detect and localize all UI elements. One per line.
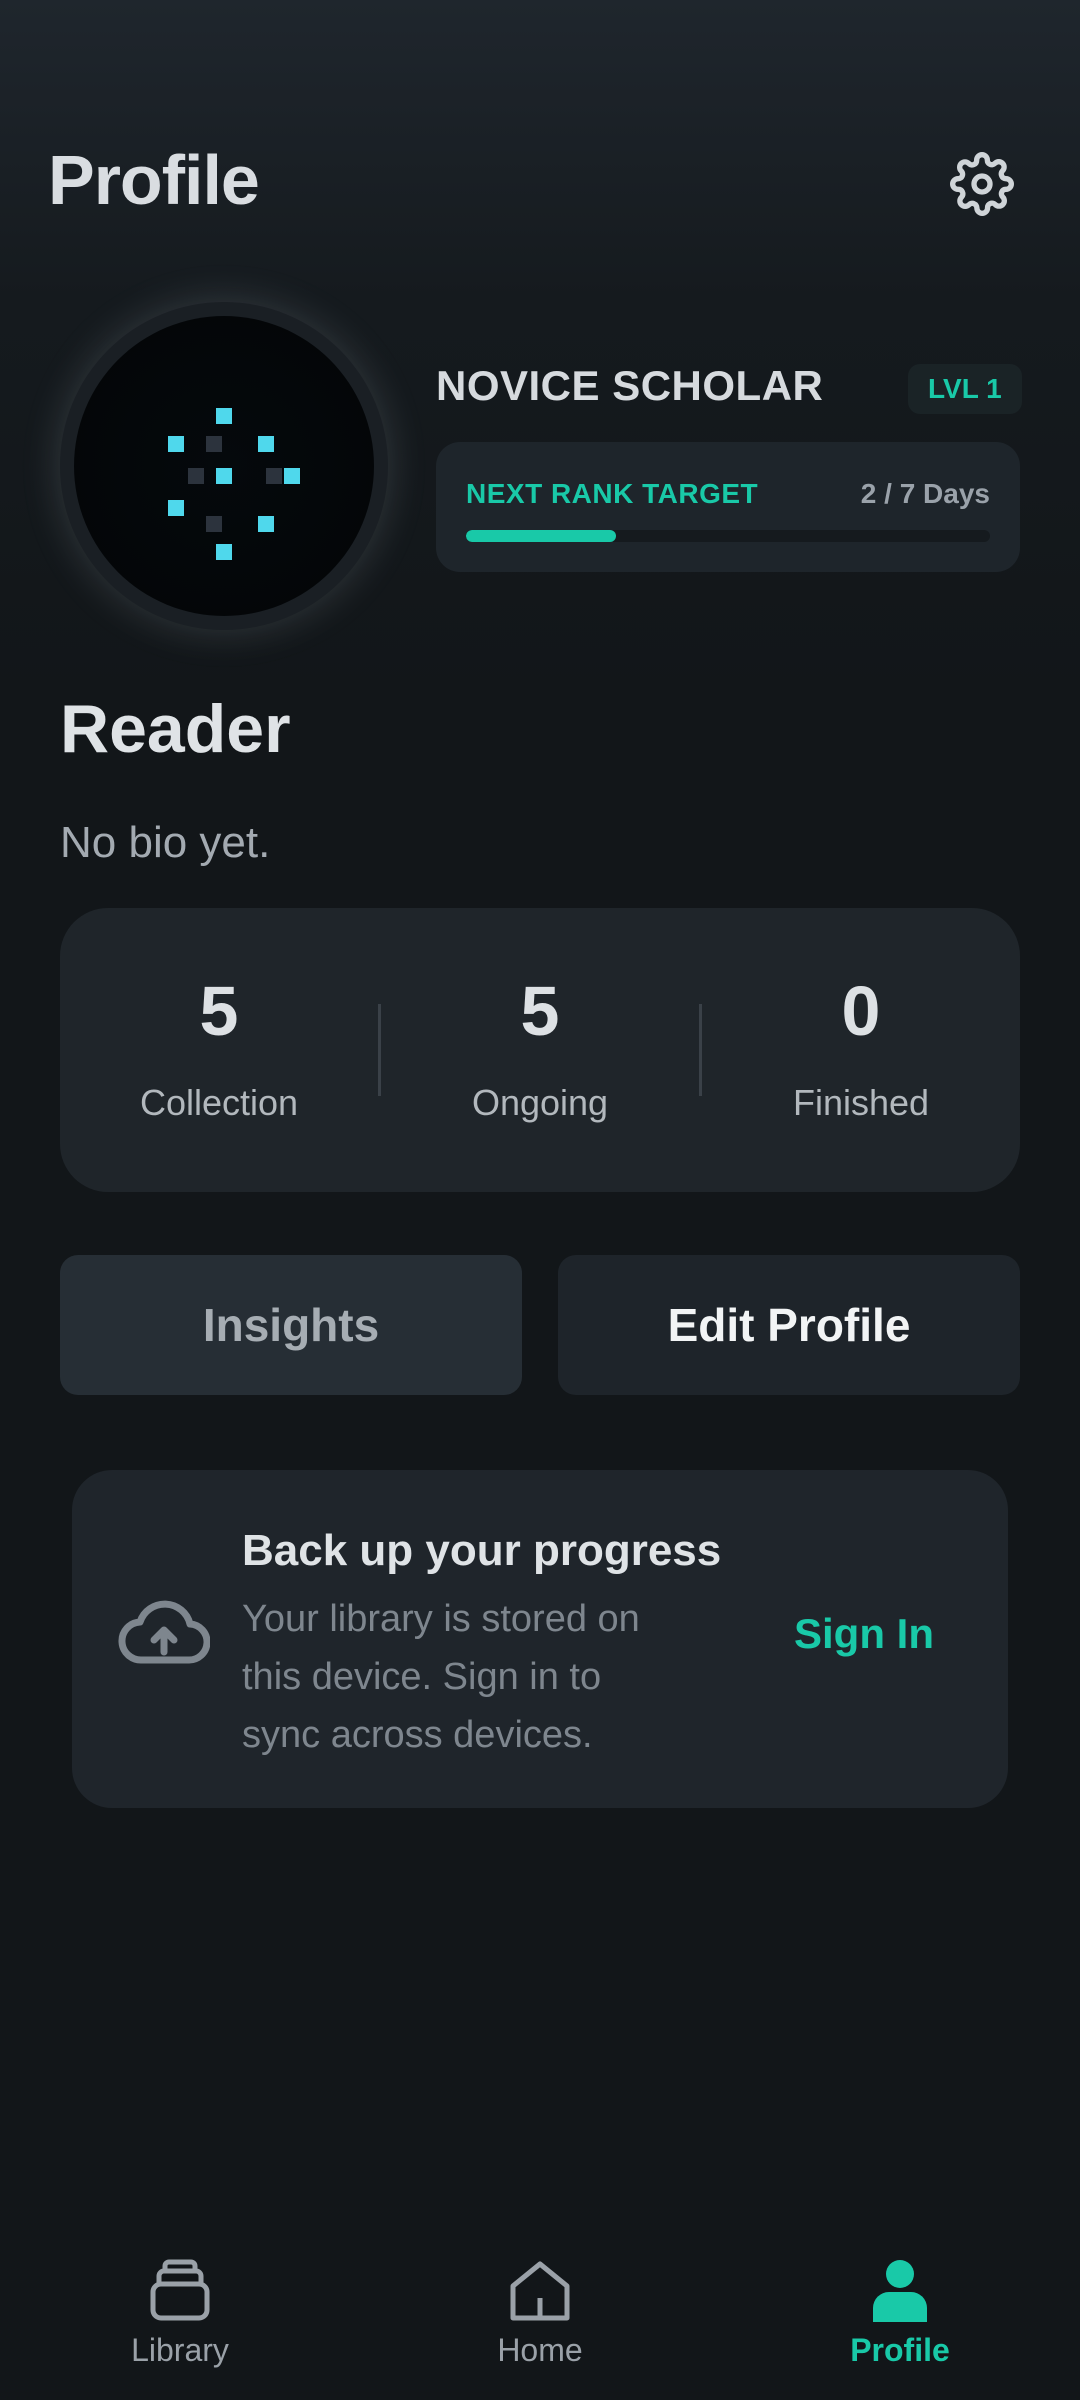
settings-button[interactable] <box>948 150 1016 218</box>
stat-finished[interactable]: 0 Finished <box>702 976 1020 1124</box>
page-title: Profile <box>48 141 260 219</box>
rank-progress-fill <box>466 530 616 542</box>
bottom-navigation: Library Home Profile <box>0 2240 1080 2400</box>
stat-label: Ongoing <box>471 1082 609 1123</box>
stat-collection[interactable]: 5 Collection <box>60 976 378 1124</box>
backup-description: Your library is stored on this device. S… <box>242 1598 640 1756</box>
rank-target-label: NEXT RANK TARGET <box>466 478 759 509</box>
gear-icon <box>950 152 1014 216</box>
rank-title: NOVICE SCHOLAR <box>436 362 824 409</box>
profile-name: Reader <box>60 691 291 767</box>
avatar[interactable] <box>60 302 388 630</box>
person-icon <box>873 2260 927 2322</box>
nav-item-profile[interactable]: Profile <box>780 2240 1020 2400</box>
stats-card: 5 Collection 5 Ongoing 0 Finished <box>60 908 1020 1192</box>
rank-progress-card: NEXT RANK TARGET 2 / 7 Days <box>436 442 1020 572</box>
rank-progress-bar <box>466 530 990 542</box>
nav-label: Profile <box>850 2332 950 2368</box>
sign-in-button[interactable]: Sign In <box>794 1610 934 1658</box>
pixel-avatar-image <box>74 316 374 616</box>
library-icon <box>150 2259 210 2321</box>
backup-card: Back up your progress Your library is st… <box>72 1470 1008 1808</box>
stat-ongoing[interactable]: 5 Ongoing <box>381 976 699 1124</box>
level-badge: LVL 1 <box>908 364 1022 414</box>
rank-days-count: 2 / 7 Days <box>860 478 990 509</box>
stat-value: 5 <box>199 972 239 1050</box>
nav-label: Library <box>131 2332 229 2368</box>
nav-item-home[interactable]: Home <box>420 2240 660 2400</box>
nav-label: Home <box>497 2332 583 2368</box>
home-icon <box>510 2261 570 2321</box>
stat-label: Collection <box>139 1082 299 1123</box>
stat-label: Finished <box>792 1082 930 1123</box>
stat-value: 5 <box>520 972 560 1050</box>
profile-bio: No bio yet. <box>60 818 271 867</box>
insights-button[interactable]: Insights <box>60 1255 522 1395</box>
edit-profile-button[interactable]: Edit Profile <box>558 1255 1020 1395</box>
cloud-upload-icon <box>118 1600 210 1664</box>
stat-value: 0 <box>841 972 881 1050</box>
backup-title: Back up your progress <box>242 1526 722 1575</box>
profile-screen: Profile NOVICE SCHOLAR LVL 1 NEXT RANK T… <box>0 0 1080 2400</box>
nav-item-library[interactable]: Library <box>60 2240 300 2400</box>
